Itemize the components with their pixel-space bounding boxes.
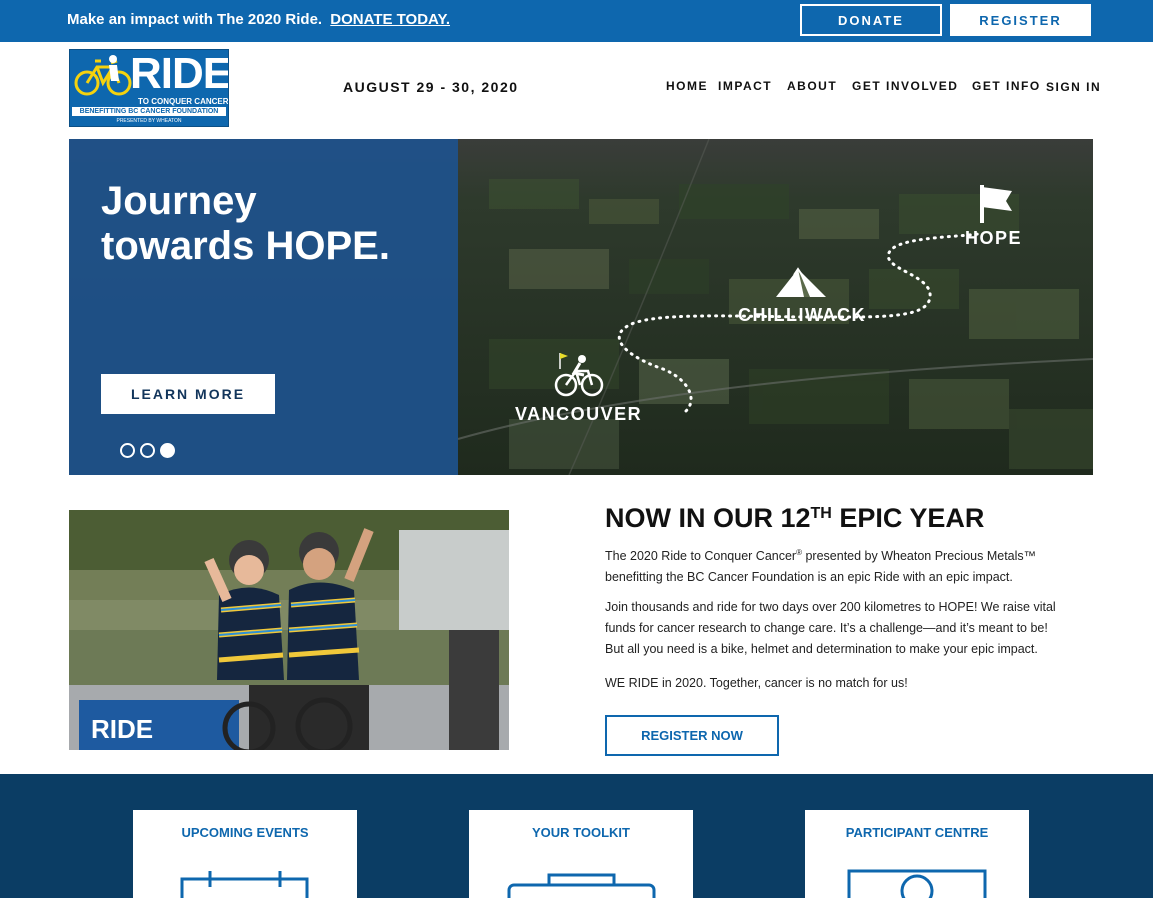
hero-title-line2: towards HOPE.: [101, 224, 390, 268]
card-upcoming-events[interactable]: UPCOMING EVENTS: [133, 810, 357, 898]
svg-text:RIDE: RIDE: [91, 714, 153, 744]
hero-text-panel: Journey towards HOPE. LEARN MORE: [69, 139, 458, 475]
carousel-dot-1[interactable]: [120, 443, 135, 458]
card-title-upcoming-events: UPCOMING EVENTS: [181, 825, 309, 840]
toolkit-icon: [507, 873, 656, 898]
route-label-chilliwack: CHILLIWACK: [738, 305, 866, 325]
hero-title-line1: Journey: [101, 179, 257, 223]
carousel-dot-3[interactable]: [160, 443, 175, 458]
register-now-button[interactable]: REGISTER NOW: [605, 715, 779, 756]
hero-carousel: Journey towards HOPE. LEARN MORE VANCOUV…: [69, 139, 1093, 475]
cyclists-finish-photo: RIDE: [69, 510, 509, 750]
intro-heading-sup: TH: [810, 505, 832, 522]
register-button[interactable]: REGISTER: [950, 4, 1091, 36]
nav-get-involved[interactable]: GET INVOLVED: [852, 79, 958, 93]
intro-paragraph-3: WE RIDE in 2020. Together, cancer is no …: [605, 676, 908, 690]
nav-sign-in[interactable]: SIGN IN: [1046, 80, 1101, 94]
intro-heading-post: EPIC YEAR: [831, 503, 985, 533]
calendar-icon: [180, 871, 309, 898]
carousel-indicators: [120, 443, 175, 458]
logo-presenter: PRESENTED BY WHEATON: [116, 118, 182, 124]
nav-impact[interactable]: IMPACT: [718, 79, 772, 93]
intro-paragraph-1: The 2020 Ride to Conquer Cancer® present…: [605, 542, 1075, 588]
nav-get-info[interactable]: GET INFO: [972, 79, 1041, 93]
quick-links-section: UPCOMING EVENTS YOUR TOOLKIT PARTICIPANT…: [0, 774, 1153, 898]
announcement-text: Make an impact with The 2020 Ride. DONAT…: [67, 11, 450, 28]
announcement-bar: Make an impact with The 2020 Ride. DONAT…: [0, 0, 1153, 42]
announcement-message: Make an impact with The 2020 Ride.: [67, 11, 323, 28]
logo-tagline: TO CONQUER CANCER: [138, 97, 229, 106]
flag-icon: [980, 185, 1012, 223]
learn-more-button[interactable]: LEARN MORE: [101, 374, 275, 414]
participant-icon: [847, 869, 987, 898]
carousel-dot-2[interactable]: [140, 443, 155, 458]
intro-p1-a: The 2020 Ride to Conquer Cancer: [605, 549, 797, 564]
event-date: AUGUST 29 - 30, 2020: [343, 79, 519, 95]
card-title-your-toolkit: YOUR TOOLKIT: [532, 825, 630, 840]
route-label-vancouver: VANCOUVER: [515, 404, 643, 424]
cyclist-icon: [554, 353, 604, 397]
card-title-participant-centre: PARTICIPANT CENTRE: [845, 825, 989, 840]
logo-beneficiary: BENEFITTING BC CANCER FOUNDATION: [72, 107, 226, 116]
route-label-hope: HOPE: [965, 228, 1023, 248]
logo-wordmark: RIDE: [130, 49, 229, 98]
intro-heading: NOW IN OUR 12TH EPIC YEAR: [605, 503, 984, 534]
card-participant-centre[interactable]: PARTICIPANT CENTRE: [805, 810, 1029, 898]
nav-home[interactable]: HOME: [666, 79, 708, 93]
nav-about[interactable]: ABOUT: [787, 79, 837, 93]
tent-icon: [776, 267, 826, 297]
bicycle-logo-icon: [74, 55, 132, 96]
ride-logo[interactable]: RIDE TO CONQUER CANCER BENEFITTING BC CA…: [69, 49, 229, 127]
intro-paragraph-2: Join thousands and ride for two days ove…: [605, 600, 1056, 656]
hero-title: Journey towards HOPE.: [101, 179, 441, 269]
donate-button[interactable]: DONATE: [800, 4, 942, 36]
intro-heading-pre: NOW IN OUR 12: [605, 503, 811, 533]
donate-today-link[interactable]: DONATE TODAY.: [330, 11, 450, 28]
card-your-toolkit[interactable]: YOUR TOOLKIT: [469, 810, 693, 898]
